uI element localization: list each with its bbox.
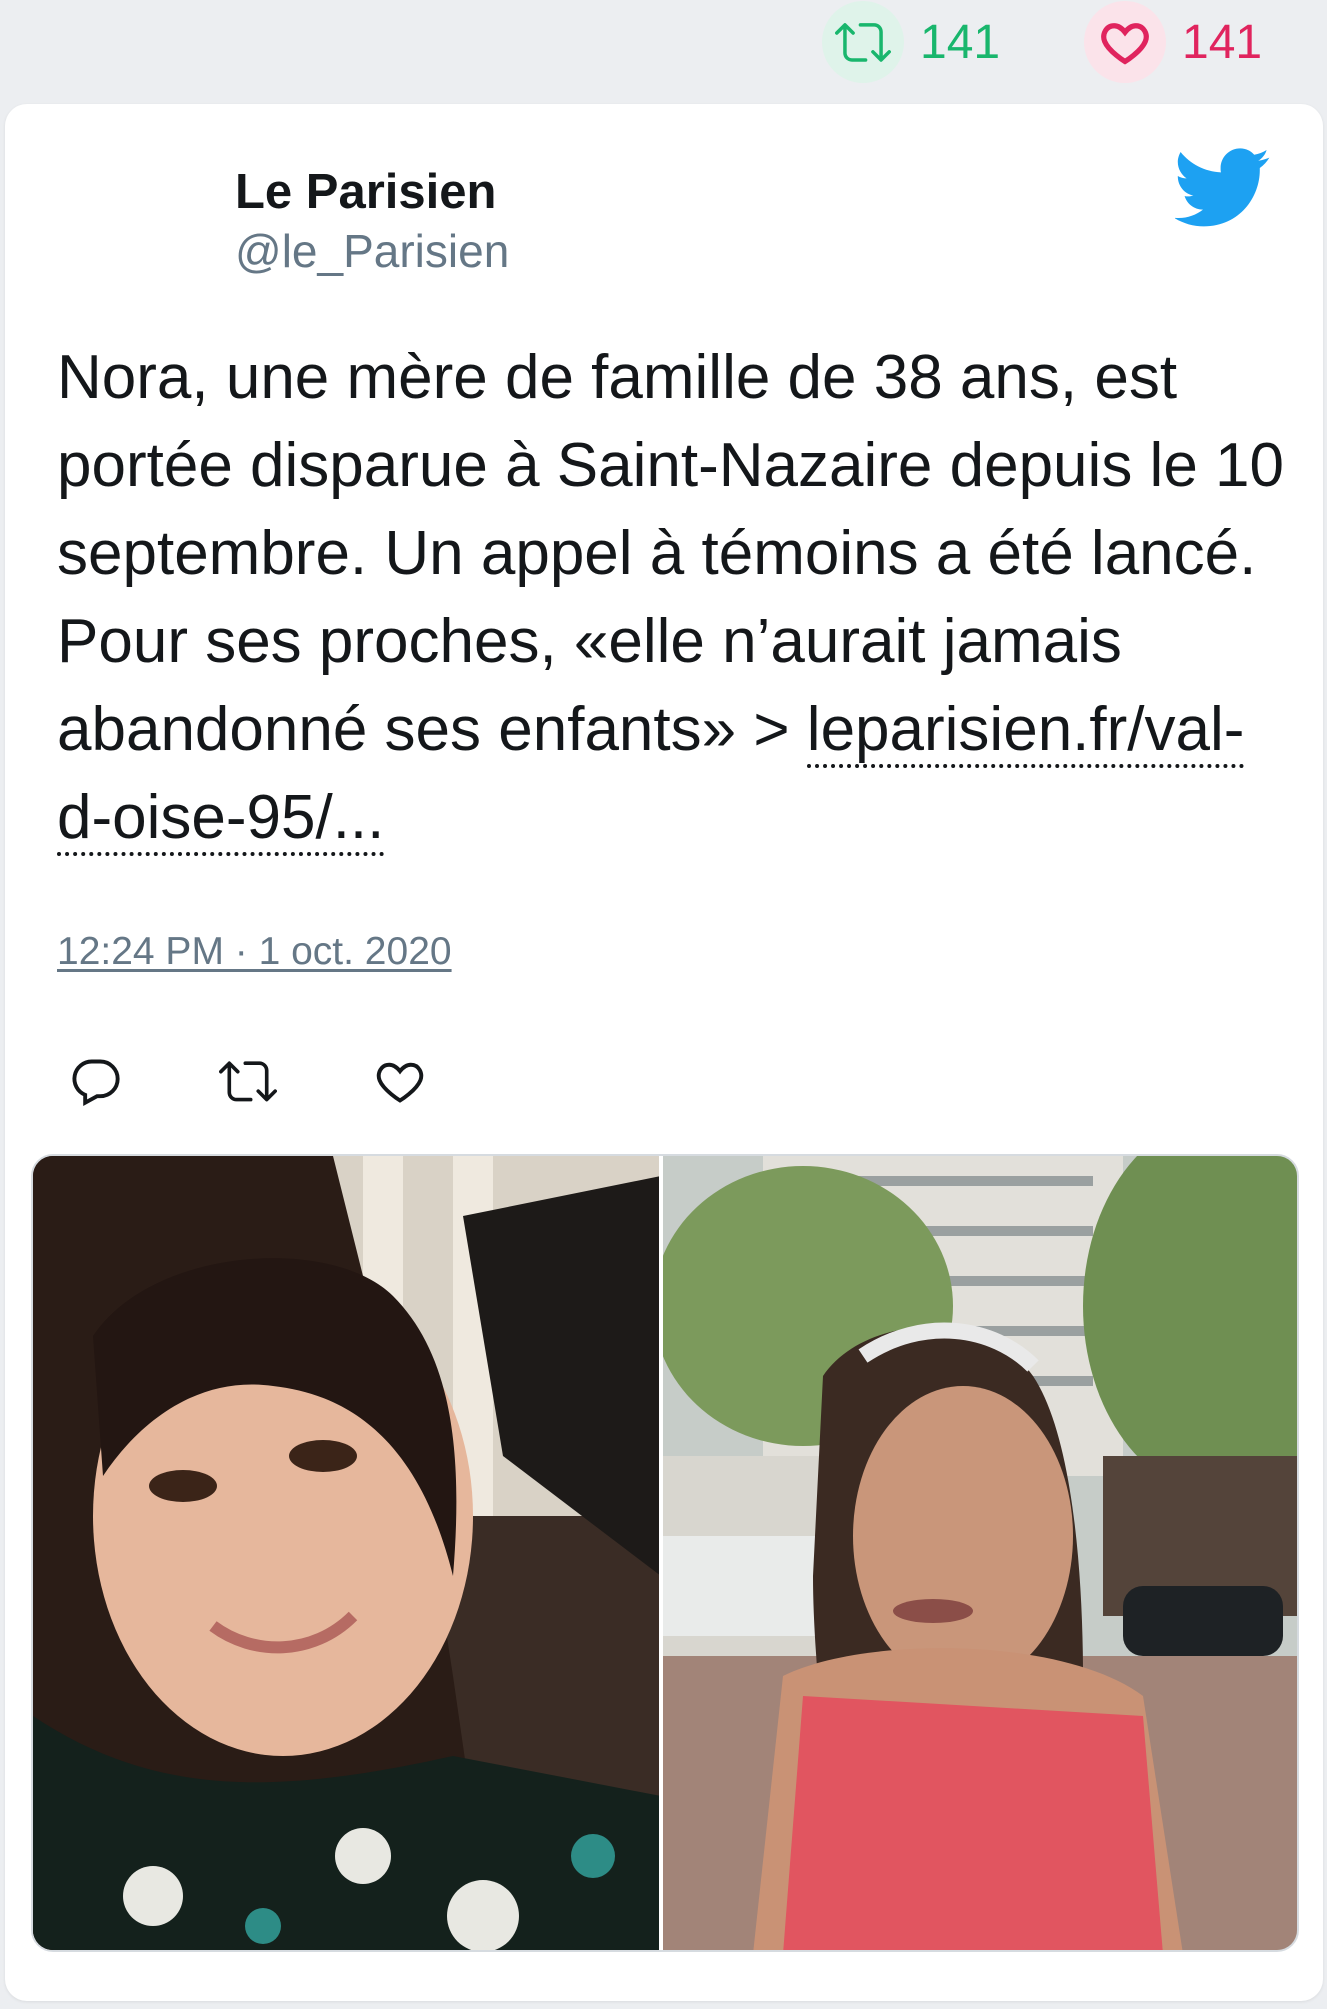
tweet-media[interactable] (31, 1154, 1299, 1952)
tweet-card: Le Parisien @le_Parisien Nora, une mère … (5, 104, 1323, 2001)
author-name[interactable]: Le Parisien (235, 164, 496, 220)
tweet-text: Nora, une mère de famille de 38 ans, est… (57, 334, 1287, 862)
tweet-timestamp[interactable]: 12:24 PM · 1 oct. 2020 (57, 930, 452, 974)
retweet-stat[interactable]: 141 (822, 0, 1000, 84)
retweet-icon[interactable] (217, 1050, 279, 1112)
twitter-bird-icon[interactable] (1175, 148, 1271, 228)
retweet-icon[interactable] (822, 1, 904, 83)
reply-icon[interactable] (65, 1050, 127, 1112)
like-count: 141 (1182, 15, 1263, 69)
tweet-actions (65, 1050, 521, 1112)
heart-icon[interactable] (1084, 1, 1166, 83)
photo-selfie-woman-indoor[interactable] (33, 1156, 660, 1950)
author-handle[interactable]: @le_Parisien (235, 224, 509, 278)
engagement-bar: 141 141 (0, 0, 1327, 100)
like-stat[interactable]: 141 (1084, 0, 1262, 84)
photo-woman-street[interactable] (663, 1156, 1297, 1950)
retweet-count: 141 (920, 15, 1001, 69)
like-icon[interactable] (369, 1050, 431, 1112)
